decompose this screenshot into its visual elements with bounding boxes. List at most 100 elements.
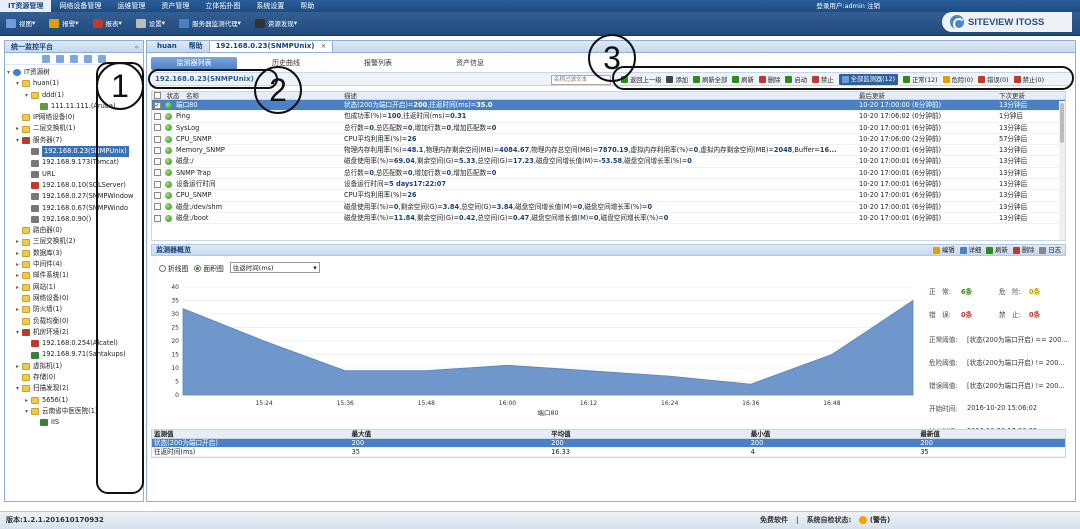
overview-action-label: 编辑 — [942, 247, 955, 254]
user-info[interactable]: 登录用户:admin 注销 — [816, 0, 880, 12]
summary-row[interactable]: 状态(200为端口开启) 200 200 200 200 — [152, 439, 1065, 448]
nav-item-4[interactable]: 立体拓扑图 — [197, 0, 248, 12]
summary-row[interactable]: 往返时间(ms) 35 16.33 4 35 — [152, 448, 1065, 457]
expand-all-icon[interactable] — [42, 54, 50, 63]
summary-header: 监测值 最大值 平均值 最小值 最新值 — [152, 430, 1065, 439]
delete-icon[interactable] — [84, 54, 92, 63]
col-last[interactable]: 最后更新 — [859, 92, 999, 99]
monitor-desc: 状态(200为端口开启)=200,往返时间(ms)=35.0 — [344, 101, 493, 109]
row-checkbox[interactable] — [152, 168, 162, 178]
table-row[interactable]: Ping 包成功率(%)=100,往返时间(ms)=0.31 10-20 17:06… — [152, 111, 1065, 123]
monitor-name[interactable]: 磁盘:/boot — [174, 213, 344, 223]
monitor-name[interactable]: Ping — [174, 111, 344, 121]
monitor-name[interactable]: SNMP Trap — [174, 168, 344, 178]
toolbar-3[interactable]: 设置 ▾ — [135, 18, 165, 28]
toolbar-1[interactable]: 报警 ▾ — [49, 18, 79, 28]
tree-node-label: 192.168.0.90() — [42, 214, 92, 223]
monitor-next-update: 13分钟后 — [999, 213, 1028, 222]
table-row[interactable]: SNMP Trap 总行数=0,总匹配数=0,增加行数=0,增加匹配数=0 10-2… — [152, 168, 1065, 180]
sidebar-title-label: 统一监控平台 — [11, 43, 53, 51]
grid-scrollbar[interactable] — [1059, 101, 1065, 240]
table-row[interactable]: CPU_SNMP CPU平均利用率(%)=26 10-20 17:06:00 (2分… — [152, 134, 1065, 146]
x-tick-label: 16:00 — [499, 400, 516, 407]
status-ok-icon — [162, 123, 174, 133]
danger-label: 危 险: — [999, 287, 1022, 296]
monitor-next-update: 13分钟后 — [999, 191, 1028, 200]
row-checkbox[interactable] — [152, 190, 162, 200]
tree-node-icon — [40, 103, 48, 111]
table-row[interactable]: 磁盘:/磁盘使用率(%)=69.04,剩余空间(G)=5.33,总空间(G)=1… — [152, 156, 1065, 168]
collapse-icon[interactable]: « — [134, 41, 139, 53]
toolbar-5[interactable]: 资源发现 ▾ — [254, 18, 297, 28]
siteview-logo: SITEVIEW ITOSS — [942, 12, 1072, 32]
subtab-2[interactable]: 报警列表 — [335, 57, 421, 70]
collapse-all-icon[interactable] — [56, 54, 64, 63]
row-checkbox[interactable] — [152, 111, 162, 121]
tab-1[interactable]: 帮助 — [183, 41, 209, 52]
table-row[interactable]: CPU_SNMP CPU平均利用率(%)=26 10-20 17:00:01 (6分… — [152, 190, 1065, 202]
monitor-name[interactable]: CPU_SNMP — [174, 190, 344, 200]
subtab-3[interactable]: 资产信息 — [427, 57, 513, 70]
nav-item-3[interactable]: 资产管理 — [153, 0, 197, 12]
header-checkbox[interactable] — [152, 92, 162, 99]
row-checkbox[interactable] — [152, 213, 162, 223]
nav-item-2[interactable]: 运维管理 — [109, 0, 153, 12]
row-checkbox[interactable]: ✓ — [152, 100, 162, 110]
metric-select[interactable]: 往返时间(ms) — [229, 262, 320, 273]
table-row[interactable]: 磁盘:/dev/shm 磁盘使用率(%)=0,剩余空间(G)=3.84,总空间(G… — [152, 202, 1065, 213]
monitor-last-update: 10-20 17:00:01 (6分钟前) — [859, 168, 942, 177]
close-tab-icon[interactable]: × — [320, 42, 326, 50]
overview-action-4[interactable]: 日志 — [1039, 245, 1061, 256]
tree-node-label: 负载均衡(0) — [33, 316, 69, 325]
monitor-name[interactable]: 设备运行时间 — [174, 179, 344, 189]
overview-action-1[interactable]: 详细 — [959, 245, 981, 256]
monitor-name[interactable]: CPU_SNMP — [174, 134, 344, 144]
row-checkbox[interactable] — [152, 156, 162, 166]
discover-icon — [254, 18, 265, 28]
summary-cell: 16.33 — [551, 448, 571, 456]
tree-node-icon — [22, 80, 30, 88]
toolbar-0[interactable]: 视图 ▾ — [6, 18, 35, 28]
add-group-icon[interactable] — [70, 54, 78, 63]
tab-2[interactable]: 192.168.0.23(SNMPUnix) × — [208, 40, 334, 52]
monitor-last-update: 10-20 17:00:01 (6分钟前) — [859, 123, 942, 132]
col-status[interactable]: 状态 — [162, 92, 184, 100]
row-checkbox[interactable] — [152, 179, 162, 189]
main-toolbar: 视图 ▾ 报警 ▾ 报表 ▾ 设置 ▾ 服务器监测代理 ▾ 资源发现 ▾ — [0, 12, 1080, 36]
line-chart-label: 折线图 — [168, 264, 189, 273]
nav-item-1[interactable]: 网络设备管理 — [51, 0, 109, 12]
nav-item-6[interactable]: 帮助 — [292, 0, 322, 12]
col-next[interactable]: 下次更新 — [999, 92, 1059, 100]
tree-node-label: IT资源树 — [24, 68, 50, 76]
overview-action-0[interactable]: 编辑 — [933, 245, 955, 256]
row-checkbox[interactable] — [152, 134, 162, 144]
area-chart-radio[interactable]: 面积图 — [194, 263, 224, 273]
toolbar-4[interactable]: 服务器监测代理 ▾ — [179, 18, 241, 28]
monitor-name[interactable]: 磁盘:/dev/shm — [174, 202, 344, 212]
threshold-value: [状态(200为端口开启) != 200... — [967, 381, 1065, 390]
monitor-name[interactable]: Memory_SNMP — [174, 145, 344, 155]
tree-node-icon — [22, 385, 30, 393]
line-chart-radio[interactable]: 折线图 — [159, 263, 188, 273]
table-row[interactable]: 设备运行时间 设备运行时间=5 days17:22:07 10-20 17:00:0… — [152, 179, 1065, 191]
monitor-name[interactable]: SysLog — [174, 123, 344, 133]
row-checkbox[interactable] — [152, 145, 162, 155]
overview-action-2[interactable]: 刷新 — [986, 245, 1008, 256]
callout-outline-1 — [96, 62, 144, 494]
table-row[interactable]: Memory_SNMP 物理内存利用率(%)=48.1,物理内存剩余空间(MB)=… — [152, 145, 1065, 157]
col-desc[interactable]: 描述 — [344, 92, 859, 99]
row-checkbox[interactable] — [152, 202, 162, 212]
table-row[interactable]: 磁盘:/boot 磁盘使用率(%)=11.84,剩余空间(G)=0.42,总空间(… — [152, 213, 1065, 225]
free-software-link[interactable]: 免费软件 — [760, 512, 788, 528]
settings-icon — [135, 18, 146, 28]
toolbar-2[interactable]: 报表 ▾ — [92, 18, 122, 28]
nav-item-5[interactable]: 系统设置 — [248, 0, 292, 12]
warning-status[interactable]: (警告) — [859, 512, 890, 528]
table-row[interactable]: SysLog 总行数=0,总匹配数=0,增加行数=0,增加匹配数=0 10-20 1… — [152, 123, 1065, 134]
monitor-name[interactable]: 磁盘:/ — [174, 156, 344, 166]
nav-item-0[interactable]: IT资源管理 — [0, 0, 52, 12]
row-checkbox[interactable] — [152, 123, 162, 133]
overview-action-3[interactable]: 删除 — [1012, 245, 1034, 256]
y-tick-label: 25 — [171, 325, 179, 332]
tab-0[interactable]: huan — [151, 41, 183, 52]
